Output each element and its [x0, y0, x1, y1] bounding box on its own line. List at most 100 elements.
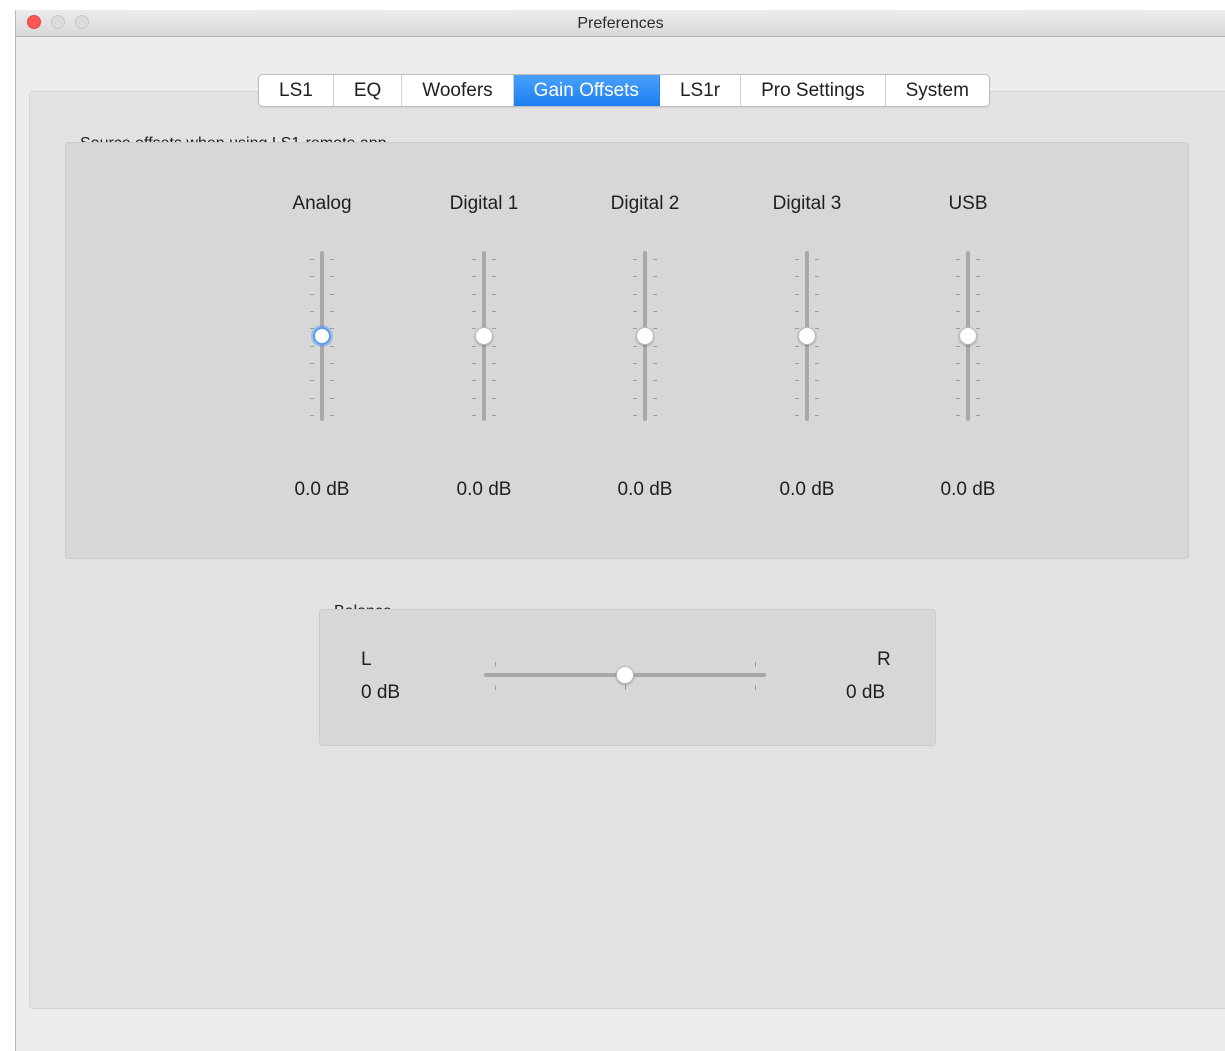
tab-bar: LS1 EQ Woofers Gain Offsets LS1r Pro Set…: [258, 74, 990, 107]
slider-tick: [330, 346, 334, 347]
channel-label: Digital 1: [449, 193, 519, 214]
channel-label: Digital 3: [772, 193, 842, 214]
slider-tick: [795, 328, 799, 329]
slider-tick: [653, 294, 657, 295]
slider-tick: [310, 380, 314, 381]
slider-tick: [472, 346, 476, 347]
slider-tick: [633, 311, 637, 312]
slider-tick: [795, 294, 799, 295]
slider-tick: [653, 276, 657, 277]
slider-tick: [633, 276, 637, 277]
slider-tick: [653, 363, 657, 364]
balance-tick: [625, 685, 626, 690]
slider-tick: [492, 346, 496, 347]
slider-tick: [492, 363, 496, 364]
slider-tick: [795, 415, 799, 416]
gain-slider-knob[interactable]: [798, 327, 816, 345]
slider-tick: [633, 294, 637, 295]
slider-tick: [310, 259, 314, 260]
slider-tick: [330, 363, 334, 364]
channel-value: 0.0 dB: [456, 479, 512, 500]
slider-tick: [795, 259, 799, 260]
slider-tick: [633, 398, 637, 399]
gain-channel-digital-3: Digital 3 0.0 dB: [747, 193, 867, 513]
tab-panel: Source offsets when using LS1-remote app…: [29, 91, 1225, 1009]
slider-tick: [633, 380, 637, 381]
gain-slider-knob[interactable]: [313, 327, 331, 345]
slider-tick: [633, 415, 637, 416]
channel-label: Digital 2: [610, 193, 680, 214]
slider-tick: [472, 363, 476, 364]
tab-pro-settings[interactable]: Pro Settings: [741, 75, 886, 106]
slider-tick: [472, 415, 476, 416]
slider-tick: [330, 328, 334, 329]
slider-tick: [956, 415, 960, 416]
gain-channel-usb: USB 0.0 dB: [908, 193, 1028, 513]
slider-tick: [815, 398, 819, 399]
slider-tick: [815, 311, 819, 312]
slider-tick: [633, 328, 637, 329]
gain-slider-knob[interactable]: [959, 327, 977, 345]
tab-ls1r[interactable]: LS1r: [660, 75, 742, 106]
slider-tick: [492, 328, 496, 329]
slider-tick: [976, 294, 980, 295]
balance-tick: [755, 685, 756, 690]
slider-tick: [653, 380, 657, 381]
slider-tick: [653, 259, 657, 260]
slider-tick: [976, 380, 980, 381]
tab-eq[interactable]: EQ: [334, 75, 403, 106]
slider-tick: [795, 346, 799, 347]
slider-tick: [633, 346, 637, 347]
slider-tick: [815, 380, 819, 381]
slider-tick: [633, 259, 637, 260]
slider-tick: [956, 311, 960, 312]
slider-tick: [492, 398, 496, 399]
slider-tick: [815, 346, 819, 347]
slider-tick: [310, 363, 314, 364]
slider-tick: [976, 346, 980, 347]
slider-tick: [330, 294, 334, 295]
slider-tick: [492, 415, 496, 416]
slider-tick: [472, 380, 476, 381]
slider-tick: [330, 398, 334, 399]
slider-tick: [492, 276, 496, 277]
slider-tick: [653, 398, 657, 399]
slider-tick: [976, 363, 980, 364]
balance-tick: [495, 662, 496, 667]
slider-tick: [472, 294, 476, 295]
slider-tick: [330, 380, 334, 381]
window-title: Preferences: [577, 15, 664, 32]
gain-slider-knob[interactable]: [636, 327, 654, 345]
balance-left-label: L: [361, 649, 372, 670]
gain-channel-digital-1: Digital 1 0.0 dB: [424, 193, 544, 513]
gain-channel-analog: Analog 0.0 dB: [262, 193, 382, 513]
gain-slider-knob[interactable]: [475, 327, 493, 345]
slider-tick: [472, 398, 476, 399]
slider-tick: [976, 259, 980, 260]
slider-tick: [310, 328, 314, 329]
slider-tick: [653, 346, 657, 347]
balance-tick: [755, 662, 756, 667]
channel-value: 0.0 dB: [617, 479, 673, 500]
slider-tick: [310, 346, 314, 347]
slider-tick: [815, 328, 819, 329]
tab-ls1[interactable]: LS1: [259, 75, 334, 106]
slider-tick: [492, 380, 496, 381]
tab-woofers[interactable]: Woofers: [402, 75, 514, 106]
balance-group: L 0 dB R 0 dB: [319, 609, 936, 746]
tab-system[interactable]: System: [886, 75, 989, 106]
title-bar[interactable]: Preferences: [16, 10, 1225, 37]
slider-tick: [472, 259, 476, 260]
slider-tick: [330, 311, 334, 312]
channel-label: Analog: [292, 193, 352, 214]
gain-channel-digital-2: Digital 2 0.0 dB: [585, 193, 705, 513]
slider-tick: [472, 311, 476, 312]
slider-tick: [956, 398, 960, 399]
slider-tick: [330, 415, 334, 416]
tab-gain-offsets[interactable]: Gain Offsets: [513, 75, 660, 106]
balance-tick: [495, 685, 496, 690]
slider-tick: [956, 276, 960, 277]
balance-right-label: R: [877, 649, 891, 670]
slider-tick: [492, 311, 496, 312]
balance-slider-knob[interactable]: [616, 666, 634, 684]
